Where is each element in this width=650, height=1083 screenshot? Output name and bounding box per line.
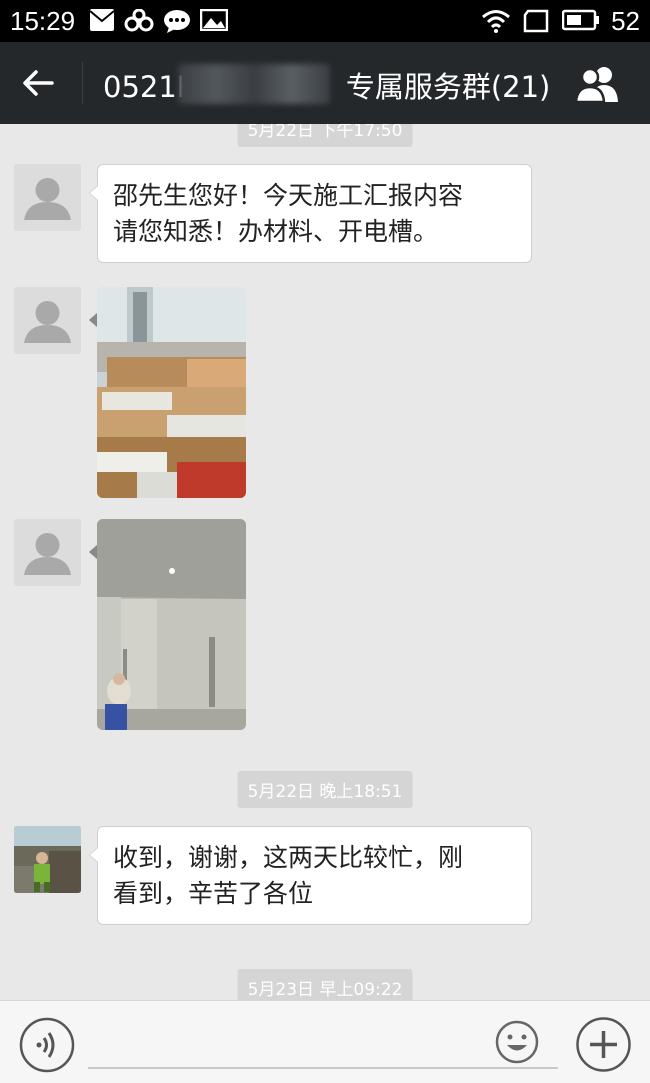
chat-bubble-icon	[163, 9, 191, 38]
group-members-icon	[574, 67, 618, 104]
message-line: 邵先生您好！今天施工汇报内容	[113, 181, 464, 210]
emoji-icon	[495, 1020, 539, 1064]
link-icon	[124, 8, 154, 38]
wifi-icon	[481, 9, 511, 38]
user-photo-avatar-icon	[14, 826, 81, 893]
message-line: 收到，谢谢，这两天比较忙，刚	[113, 843, 464, 872]
title-redaction	[178, 64, 330, 104]
more-button[interactable]	[575, 1016, 632, 1073]
avatar[interactable]	[14, 164, 81, 231]
back-button[interactable]	[14, 60, 64, 106]
default-avatar-icon	[14, 164, 81, 231]
message-input[interactable]	[88, 1021, 558, 1069]
photo-room-icon	[97, 519, 246, 730]
voice-button[interactable]	[19, 1017, 75, 1073]
group-members-button[interactable]	[574, 64, 622, 104]
photo-materials-icon	[97, 287, 246, 498]
chat-title-suffix: 专属服务群(21)	[345, 70, 551, 104]
avatar[interactable]	[14, 519, 81, 586]
message-bubble[interactable]: 邵先生您好！今天施工汇报内容 请您知悉！办材料、开电槽。	[89, 164, 532, 263]
emoji-button[interactable]	[495, 1020, 539, 1064]
message-line: 请您知悉！办材料、开电槽。	[113, 217, 439, 246]
timestamp: 5月22日 下午17:50	[237, 124, 413, 147]
timestamp: 5月22日 晚上18:51	[237, 771, 413, 808]
default-avatar-icon	[14, 519, 81, 586]
header-divider	[82, 62, 83, 104]
mail-icon	[89, 9, 115, 36]
image-message[interactable]	[97, 519, 246, 730]
avatar[interactable]	[14, 287, 81, 354]
image-icon	[199, 8, 229, 36]
avatar[interactable]	[14, 826, 81, 893]
chat-header: 0521K 专属服务群(21)	[0, 42, 650, 124]
back-arrow-icon	[23, 70, 54, 96]
image-message[interactable]	[97, 287, 246, 498]
timestamp: 5月23日 早上09:22	[237, 969, 413, 1000]
message-line: 看到，辛苦了各位	[113, 879, 314, 908]
plus-icon	[576, 1017, 631, 1072]
voice-icon	[19, 1017, 75, 1073]
screen-icon	[523, 9, 549, 38]
battery-icon	[561, 9, 600, 36]
input-bar	[0, 1000, 650, 1083]
battery-level: 52	[611, 6, 640, 36]
message-bubble[interactable]: 收到，谢谢，这两天比较忙，刚 看到，辛苦了各位	[89, 826, 532, 925]
status-time: 15:29	[10, 6, 76, 36]
message-list[interactable]: 5月22日 下午17:50 邵先生您好！今天施工汇报内容 请您知悉！办材料、开电…	[0, 124, 650, 1000]
default-avatar-icon	[14, 287, 81, 354]
status-bar: 15:29 52	[0, 0, 650, 42]
